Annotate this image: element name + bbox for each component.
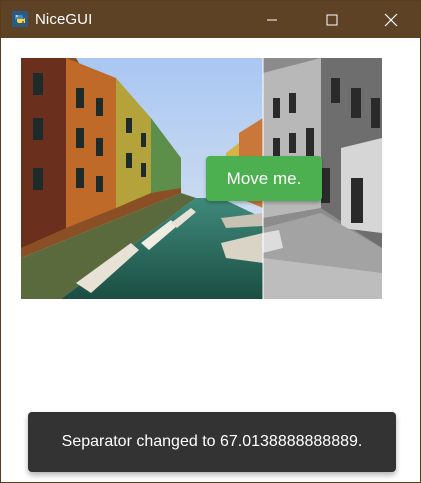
move-me-button[interactable]: Move me. <box>206 156 322 201</box>
app-window: NiceGUI Move me. Separator changed to 67… <box>0 0 421 483</box>
maximize-icon <box>326 14 338 25</box>
minimize-button[interactable] <box>249 1 295 38</box>
minimize-icon <box>267 19 277 20</box>
title-bar[interactable]: NiceGUI <box>1 1 420 38</box>
window-title: NiceGUI <box>35 11 93 28</box>
maximize-button[interactable] <box>309 1 355 38</box>
python-icon <box>11 10 29 28</box>
close-button[interactable] <box>368 1 414 38</box>
image-compare-slider[interactable] <box>21 58 382 299</box>
notification-toast: Separator changed to 67.0138888888889. <box>28 412 396 472</box>
main-content: Move me. Separator changed to 67.0138888… <box>1 38 420 482</box>
close-icon <box>384 13 398 26</box>
notification-text: Separator changed to 67.0138888888889. <box>61 433 363 450</box>
